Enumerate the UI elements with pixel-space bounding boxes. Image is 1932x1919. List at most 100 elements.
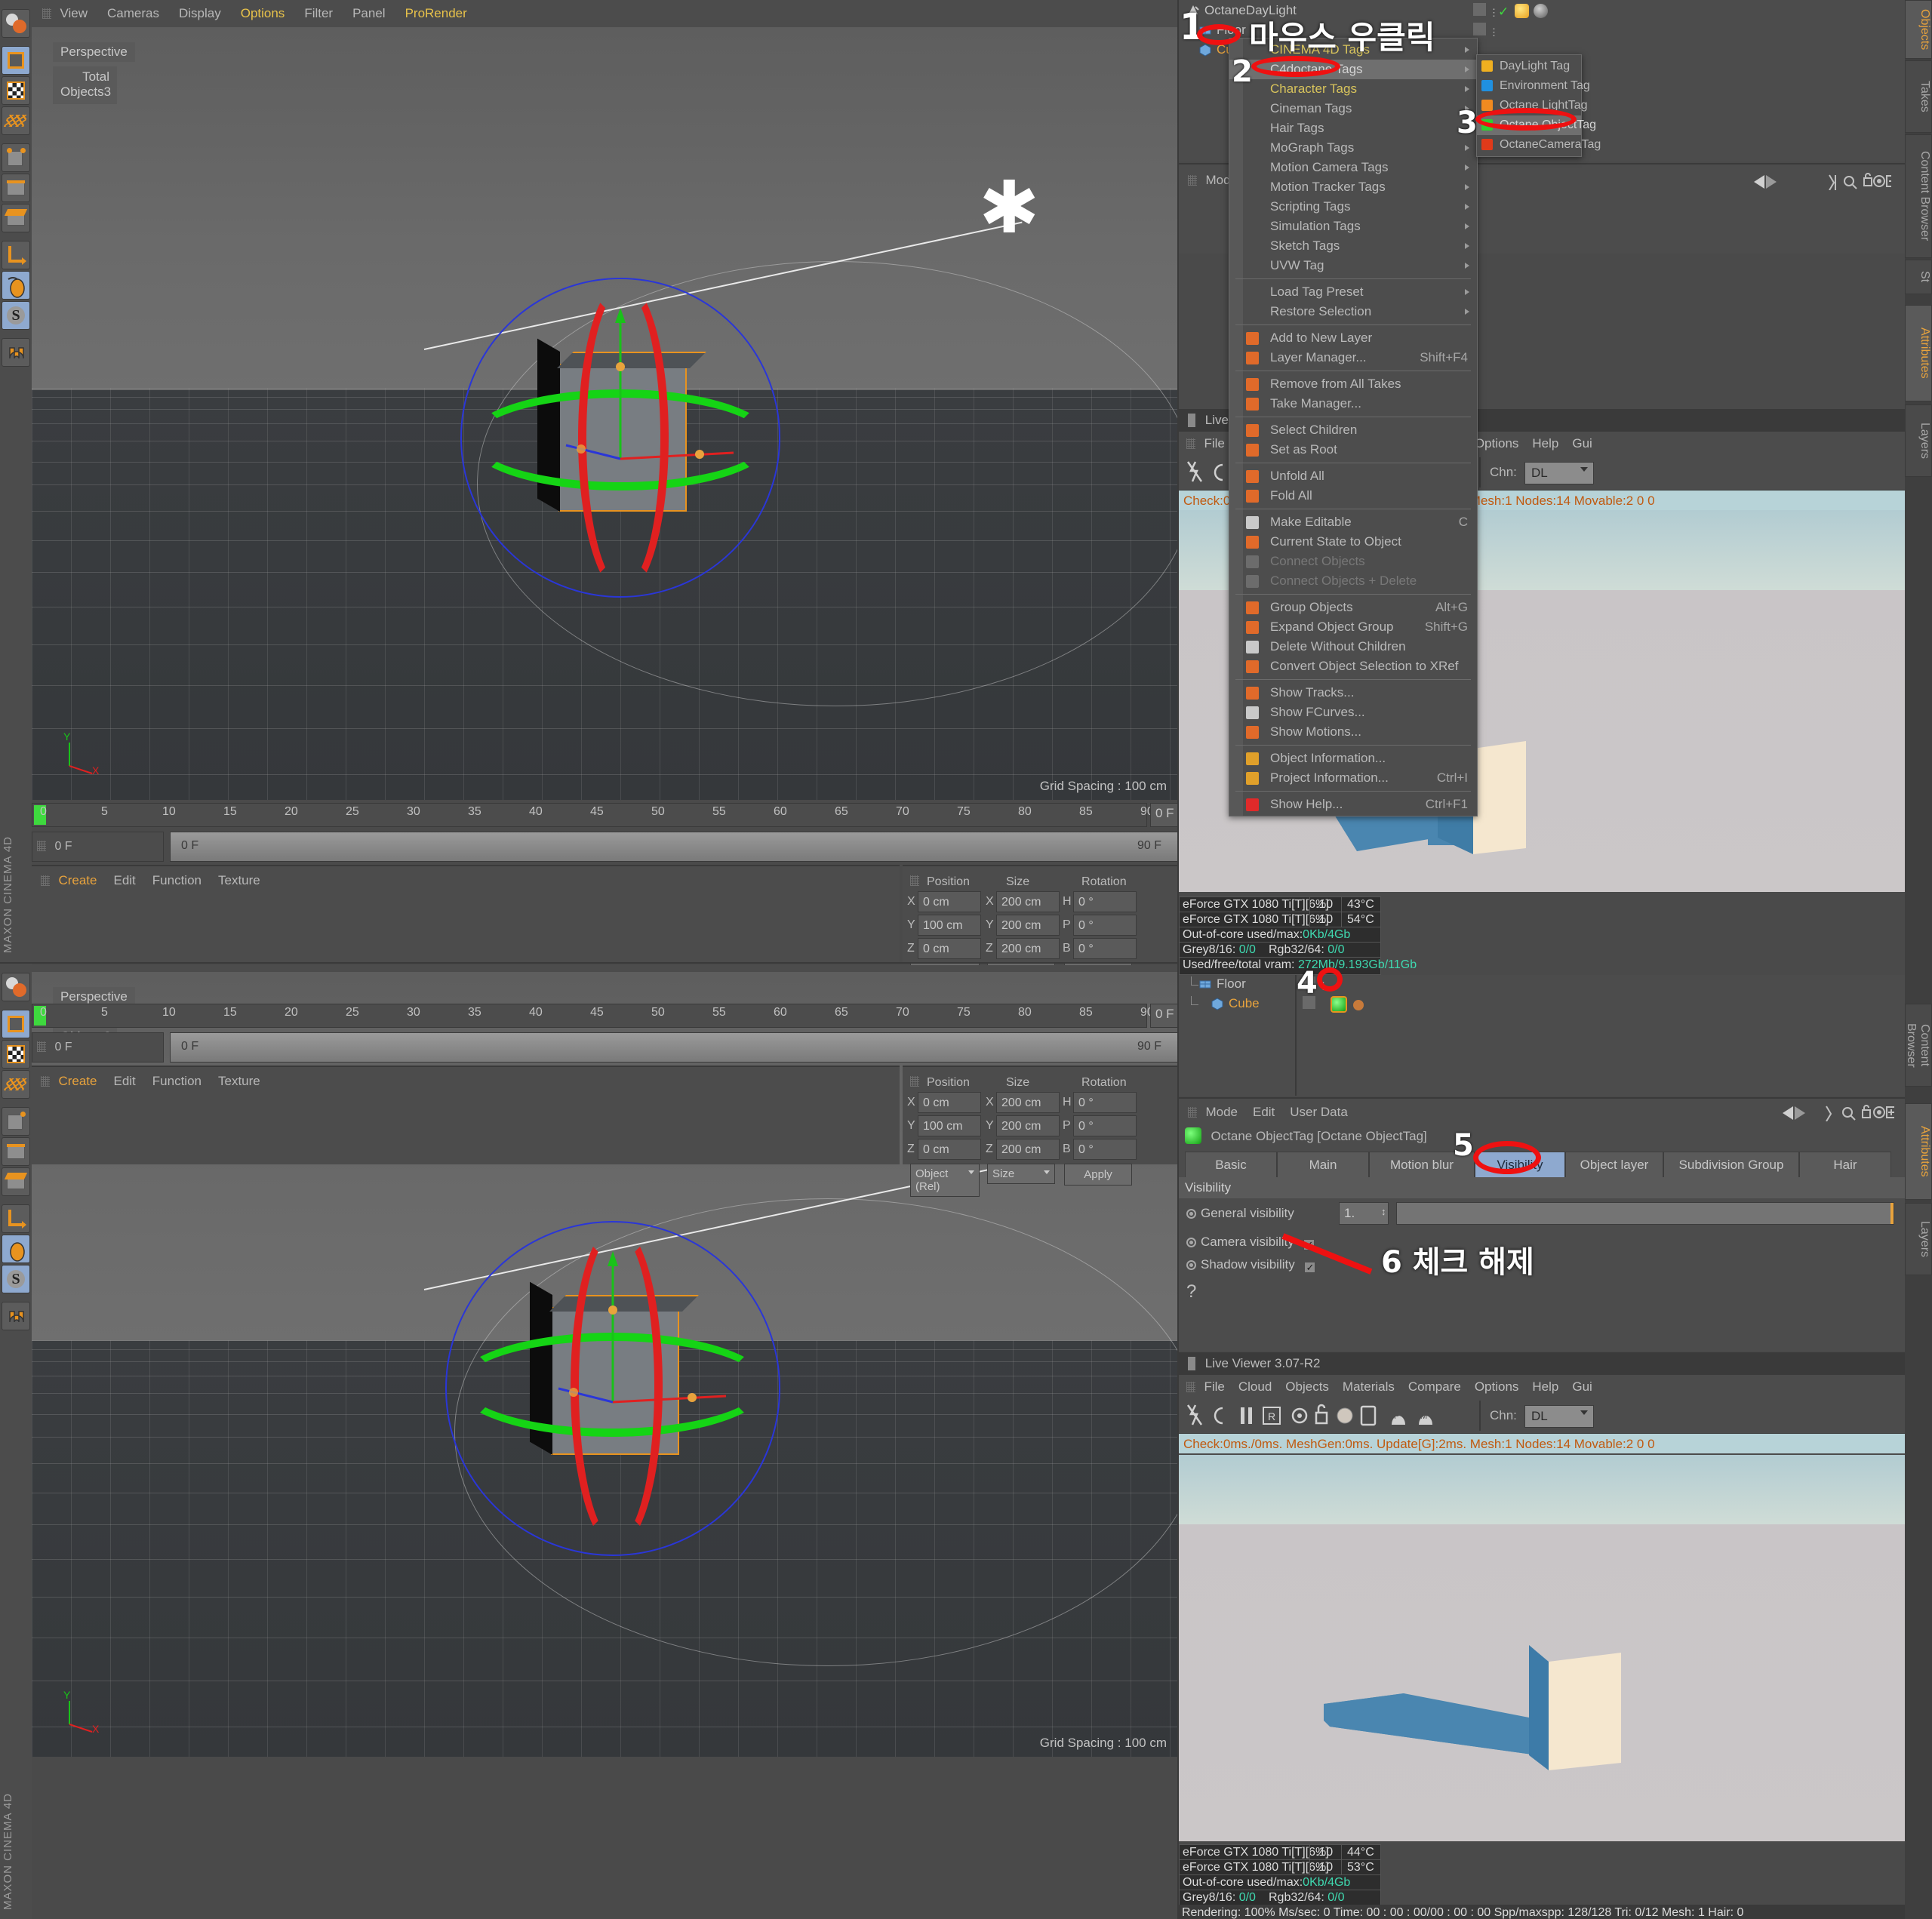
menu-item-show-fcurves[interactable]: Show FCurves... <box>1229 703 1477 722</box>
undo-redo-icon-2[interactable] <box>2 973 30 1001</box>
magnet-tool-icon[interactable] <box>2 338 30 367</box>
dock-tab-attributes[interactable]: Attributes <box>1905 305 1932 401</box>
coord-position-y[interactable]: 100 cm <box>918 1115 981 1136</box>
menu-item-show-motions[interactable]: Show Motions... <box>1229 722 1477 742</box>
menu-item-remove-from-all-takes[interactable]: Remove from All Takes <box>1229 374 1477 394</box>
polygons-tool-icon-2[interactable] <box>2 1167 30 1196</box>
menu-item-sketch-tags[interactable]: Sketch Tags <box>1229 236 1477 256</box>
coord-size-x[interactable]: 200 cm <box>996 1092 1060 1113</box>
lv-menu-file[interactable]: File <box>1204 436 1224 451</box>
menu-item-fold-all[interactable]: Fold All <box>1229 486 1477 506</box>
object-row-bottom-cube[interactable]: Cube <box>1211 996 1260 1013</box>
points-mode-icon-2[interactable] <box>2 1070 30 1099</box>
lv-menu-materials[interactable]: Materials <box>1343 1379 1395 1394</box>
menu-item-simulation-tags[interactable]: Simulation Tags <box>1229 217 1477 236</box>
material-menu-edit[interactable]: Edit <box>113 1074 135 1088</box>
menu-item-show-help[interactable]: Show Help... Ctrl+F1 <box>1229 795 1477 814</box>
coord-rotation-b[interactable]: 0 ° <box>1073 938 1137 959</box>
menu-item-layer-manager[interactable]: Layer Manager... Shift+F4 <box>1229 348 1477 368</box>
menu-item-cineman-tags[interactable]: Cineman Tags <box>1229 99 1477 118</box>
environment-tag-icon[interactable] <box>1534 4 1549 18</box>
snap-tool-icon-2[interactable]: S <box>2 1265 30 1293</box>
camera-visibility-radio[interactable] <box>1186 1238 1196 1247</box>
coord-rotation-h[interactable]: 0 ° <box>1073 891 1137 912</box>
general-visibility-slider[interactable] <box>1396 1202 1894 1225</box>
menu-item-uvw-tag[interactable]: UVW Tag <box>1229 256 1477 275</box>
live-viewer-toolbar-icons-bottom[interactable]: R F M <box>1185 1402 1472 1429</box>
attr-tab-subdivision-group[interactable]: Subdivision Group <box>1663 1152 1799 1179</box>
snap-tool-icon[interactable]: S <box>2 301 30 330</box>
attr-tab-hair[interactable]: Hair <box>1799 1152 1891 1179</box>
polygons-tool-icon[interactable] <box>2 204 30 232</box>
submenu-item-octanecameratag[interactable]: OctaneCameraTag <box>1477 135 1601 155</box>
lv-menu-help[interactable]: Help <box>1532 1379 1558 1394</box>
menu-item-select-children[interactable]: Select Children <box>1229 420 1477 440</box>
timeline-ruler-bottom[interactable]: 0 5 10 15 20 25 30 35 40 45 50 55 60 65 70 75 80 85 90 <box>32 1004 1154 1028</box>
submenu-item-environment-tag[interactable]: Environment Tag <box>1477 76 1590 96</box>
dock-tab-takes[interactable]: Takes <box>1905 60 1932 133</box>
edges-tool-icon[interactable] <box>2 174 30 202</box>
help-glyph[interactable]: ? <box>1186 1281 1196 1302</box>
attr-tab-main[interactable]: Main <box>1277 1152 1369 1179</box>
undo-redo-icon[interactable] <box>2 9 30 38</box>
mouse-tool-icon[interactable] <box>2 271 30 300</box>
dock-tab-lower-attributes[interactable]: Attributes <box>1905 1103 1932 1200</box>
dock-tab-st[interactable]: St <box>1905 260 1932 294</box>
coord-apply-button[interactable]: Apply <box>1064 1164 1132 1186</box>
axis-tool-icon-2[interactable] <box>2 1204 30 1233</box>
menu-item-take-manager[interactable]: Take Manager... <box>1229 394 1477 414</box>
shadow-visibility-radio[interactable] <box>1186 1260 1196 1270</box>
menu-item-object-information[interactable]: Object Information... <box>1229 749 1477 768</box>
timeline-scrubber-top[interactable]: 0 F 90 F <box>170 832 1192 862</box>
object-name[interactable]: Cube <box>1229 996 1260 1010</box>
gizmo-axes[interactable] <box>515 278 741 527</box>
texture-mode-icon[interactable] <box>2 76 30 105</box>
attr-tab-basic[interactable]: Basic <box>1185 1152 1277 1179</box>
menu-item-current-state-to-object[interactable]: Current State to Object <box>1229 532 1477 552</box>
coord-position-x[interactable]: 0 cm <box>918 891 981 912</box>
lv-menu-help[interactable]: Help <box>1532 436 1558 451</box>
viewport-menu-view[interactable]: View <box>60 6 88 20</box>
lv-menu-compare[interactable]: Compare <box>1408 1379 1461 1394</box>
coord-rotation-b[interactable]: 0 ° <box>1073 1139 1137 1160</box>
material-menu-texture[interactable]: Texture <box>218 1074 260 1088</box>
lv-menu-options[interactable]: Options <box>1475 1379 1519 1394</box>
viewport-menu-panel[interactable]: Panel <box>352 6 385 20</box>
menu-item-expand-object-group[interactable]: Expand Object Group Shift+G <box>1229 617 1477 637</box>
coord-rotation-h[interactable]: 0 ° <box>1073 1092 1137 1113</box>
general-visibility-stepper[interactable]: ↕ <box>1381 1206 1386 1217</box>
material-menu-create[interactable]: Create <box>58 873 97 887</box>
coord-rotation-p[interactable]: 0 ° <box>1073 915 1137 936</box>
attr-menu-edit[interactable]: Edit <box>1253 1105 1275 1119</box>
viewport-menu-filter[interactable]: Filter <box>304 6 333 20</box>
coord-size-y[interactable]: 200 cm <box>996 915 1060 936</box>
points-mode-icon[interactable] <box>2 106 30 135</box>
viewport-menu-prorender[interactable]: ProRender <box>405 6 467 20</box>
menu-item-convert-object-selection-to-xref[interactable]: Convert Object Selection to XRef <box>1229 657 1477 676</box>
dock-tab-objects[interactable]: Objects <box>1905 0 1932 59</box>
dock-tab-content-browser-lower[interactable]: Content Browser <box>1905 1004 1932 1087</box>
dock-tab-lower-layers[interactable]: Layers <box>1905 1203 1932 1275</box>
coord-position-x[interactable]: 0 cm <box>918 1092 981 1113</box>
attr-tool-icons-2[interactable] <box>1822 1103 1894 1121</box>
coord-size-y[interactable]: 200 cm <box>996 1115 1060 1136</box>
dock-tab-layers[interactable]: Layers <box>1905 404 1932 477</box>
material-tag-icon[interactable] <box>1353 1000 1364 1010</box>
timeline-start-field-bottom[interactable]: 0 F <box>32 1032 164 1063</box>
menu-item-scripting-tags[interactable]: Scripting Tags <box>1229 197 1477 217</box>
viewport-menu-display[interactable]: Display <box>179 6 221 20</box>
viewport-menu-options[interactable]: Options <box>241 6 285 20</box>
attr-nav-icons[interactable] <box>1754 174 1822 190</box>
object-mode-icon[interactable] <box>2 46 30 75</box>
menu-item-restore-selection[interactable]: Restore Selection <box>1229 302 1477 321</box>
viewport-perspective-top[interactable]: ✱ Perspective Total Objects 3 Grid Spaci… <box>32 27 1177 800</box>
texture-mode-icon-2[interactable] <box>2 1040 30 1069</box>
coord-position-y[interactable]: 100 cm <box>918 915 981 936</box>
material-menu-function[interactable]: Function <box>152 873 202 887</box>
mouse-tool-icon-2[interactable] <box>2 1235 30 1263</box>
attr-nav-arrows[interactable] <box>1783 1105 1820 1121</box>
viewport-menu-cameras[interactable]: Cameras <box>107 6 159 20</box>
menu-item-motion-camera-tags[interactable]: Motion Camera Tags <box>1229 158 1477 177</box>
general-visibility-radio[interactable] <box>1186 1209 1196 1219</box>
menu-item-unfold-all[interactable]: Unfold All <box>1229 466 1477 486</box>
